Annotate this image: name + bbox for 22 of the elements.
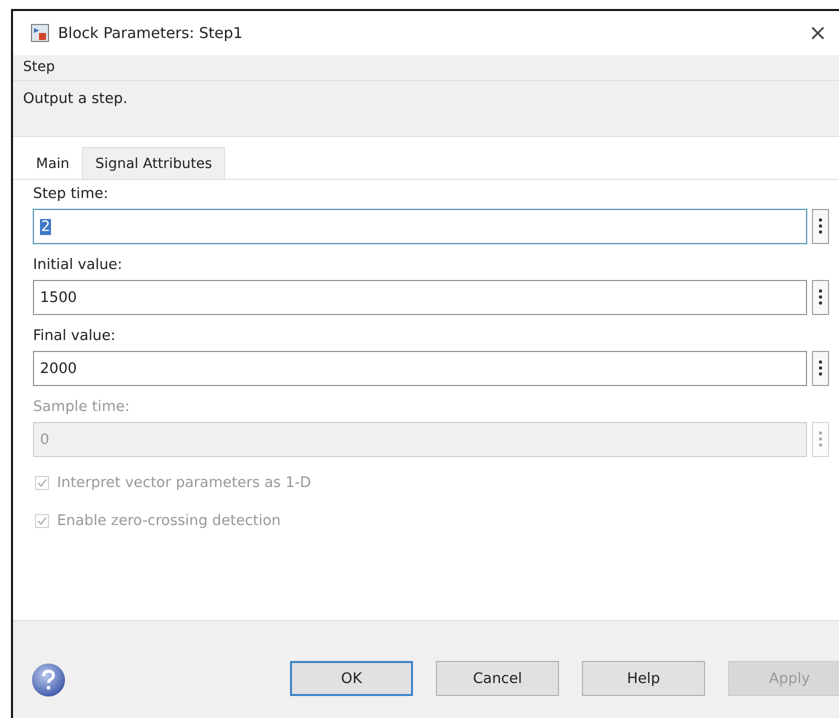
checkbox-label: Enable zero-crossing detection xyxy=(57,513,281,529)
input-field[interactable]: 2 xyxy=(33,209,807,244)
dialog-button[interactable]: Cancel xyxy=(436,661,559,696)
group-title: Step xyxy=(23,59,56,75)
more-options-icon[interactable] xyxy=(812,209,829,244)
parameter-label: Final value: xyxy=(33,328,117,344)
dialog-button[interactable]: OK xyxy=(290,661,413,696)
window-title: Block Parameters: Step1 xyxy=(58,24,243,42)
more-options-icon[interactable] xyxy=(812,280,829,315)
close-icon[interactable]: × xyxy=(808,20,827,46)
more-options-icon[interactable] xyxy=(812,351,829,386)
parameter-label: Initial value: xyxy=(33,257,124,273)
parameter-label: Step time: xyxy=(33,186,110,202)
input-field[interactable]: 1500 xyxy=(33,280,807,315)
input-field[interactable]: 2000 xyxy=(33,351,807,386)
block-icon xyxy=(31,24,49,42)
checkbox-label: Interpret vector parameters as 1-D xyxy=(57,475,312,491)
dialog-button[interactable]: Help xyxy=(582,661,705,696)
help-icon[interactable] xyxy=(31,662,66,698)
block-description: Output a step. xyxy=(23,91,128,107)
tab[interactable]: Signal Attributes xyxy=(82,147,225,179)
parameter-label: Sample time: xyxy=(33,399,131,415)
